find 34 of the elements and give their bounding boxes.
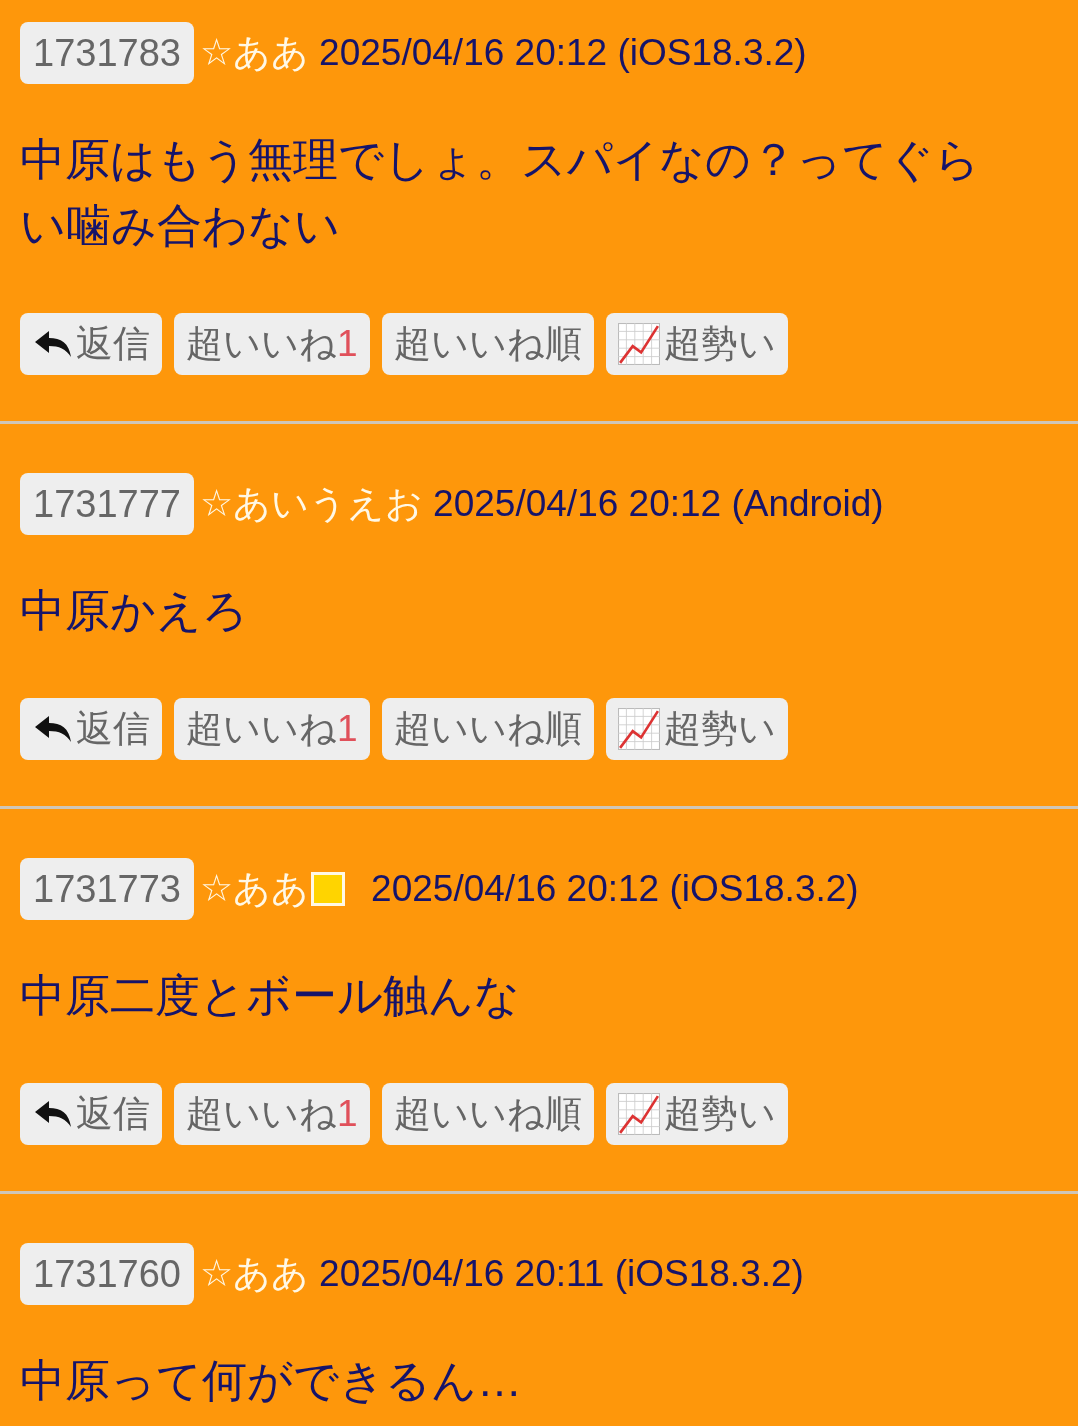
like-button[interactable]: 超いいね1: [174, 1083, 370, 1145]
like-count: 1: [337, 1093, 358, 1135]
sort-by-likes-button[interactable]: 超いいね順: [381, 313, 594, 375]
poster-name: ☆ああ: [199, 31, 310, 75]
sort-by-likes-button[interactable]: 超いいね順: [381, 698, 594, 760]
trend-button[interactable]: 超勢い: [605, 698, 788, 760]
chart-increasing-icon: [617, 1093, 660, 1135]
post-text: 中原って何ができるん…: [20, 1354, 523, 1408]
poster-name: ☆ああ: [199, 1252, 310, 1296]
post-date: 2025/04/16 20:12 (Android): [433, 483, 884, 525]
post-date: 2025/04/16 20:12 (iOS18.3.2): [319, 32, 807, 74]
post-number[interactable]: 1731773: [20, 858, 194, 920]
reply-button[interactable]: 返信: [20, 1083, 162, 1145]
poster-name: ☆あいうえお: [199, 482, 424, 526]
post-date: 2025/04/16 20:12 (iOS18.3.2): [371, 868, 859, 910]
trend-button[interactable]: 超勢い: [605, 313, 788, 375]
poster-name: ☆ああ: [199, 867, 310, 911]
chart-increasing-icon: [617, 708, 660, 750]
post-text: 中原かえろ: [20, 584, 249, 638]
post-date: 2025/04/16 20:11 (iOS18.3.2): [319, 1253, 804, 1295]
like-count: 1: [337, 323, 358, 365]
reply-button[interactable]: 返信: [20, 313, 162, 375]
post-text: 中原はもう無理でしょ。スパイなの？ってぐらい噛み合わない: [20, 133, 981, 253]
post-text: 中原二度とボール触んな: [20, 969, 521, 1023]
post-number[interactable]: 1731783: [20, 22, 194, 84]
post-number[interactable]: 1731760: [20, 1243, 194, 1305]
post-number[interactable]: 1731777: [20, 473, 194, 535]
sort-by-likes-button[interactable]: 超いいね順: [381, 1083, 594, 1145]
like-button[interactable]: 超いいね1: [174, 313, 370, 375]
chart-increasing-icon: [617, 323, 660, 365]
trend-button[interactable]: 超勢い: [605, 1083, 788, 1145]
like-count: 1: [337, 708, 358, 750]
like-button[interactable]: 超いいね1: [174, 698, 370, 760]
reply-button[interactable]: 返信: [20, 698, 162, 760]
